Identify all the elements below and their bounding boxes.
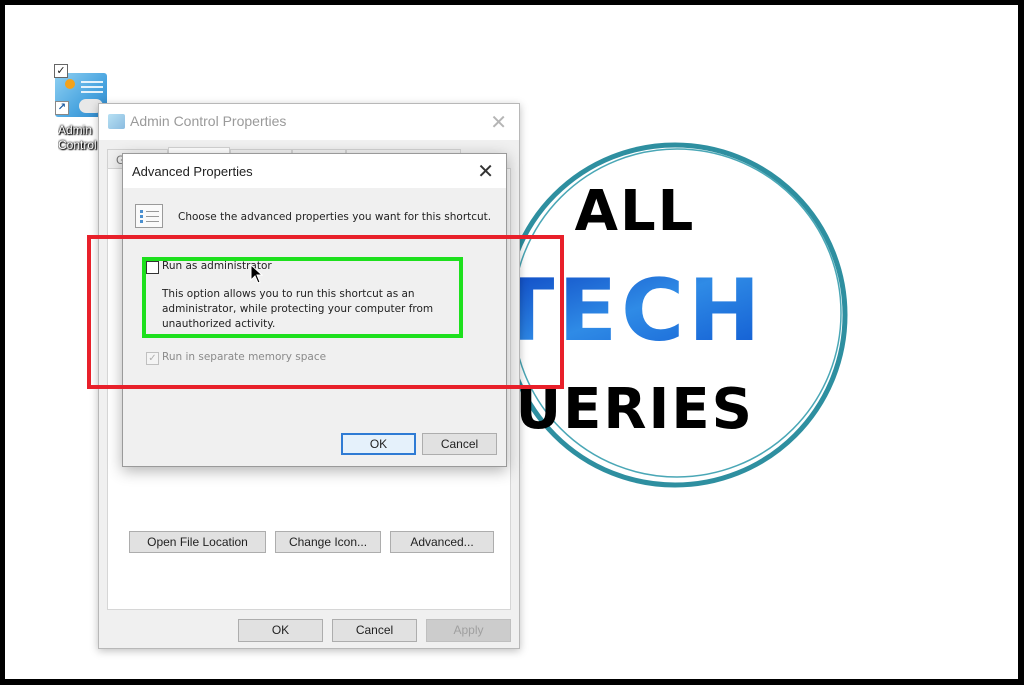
close-icon[interactable]: ✕ — [490, 110, 507, 134]
cancel-button[interactable]: Cancel — [332, 619, 417, 642]
mouse-cursor-icon — [250, 264, 264, 284]
logo-text-queries: QUERIES — [505, 377, 754, 442]
advanced-description: Choose the advanced properties you want … — [178, 211, 492, 223]
shortcut-arrow-icon: ↗ — [55, 101, 69, 115]
properties-title: Admin Control Properties — [130, 113, 287, 129]
open-file-location-button[interactable]: Open File Location — [129, 531, 266, 553]
close-icon[interactable]: ✕ — [477, 159, 494, 183]
ok-button[interactable]: OK — [238, 619, 323, 642]
apply-button[interactable]: Apply — [426, 619, 511, 642]
ok-button[interactable]: OK — [341, 433, 416, 455]
run-as-administrator-description: This option allows you to run this short… — [162, 288, 434, 330]
logo-text-all: ALL — [575, 179, 696, 244]
logo-text-tech: TECH — [505, 261, 764, 361]
advanced-title: Advanced Properties — [132, 164, 253, 179]
advanced-button[interactable]: Advanced... — [390, 531, 494, 553]
advanced-titlebar[interactable]: Advanced Properties ✕ — [123, 154, 506, 188]
separate-memory-checkbox[interactable]: ✓ — [146, 352, 159, 365]
properties-list-icon — [135, 204, 163, 228]
selection-checkbox[interactable]: ✓ — [54, 64, 68, 78]
separate-memory-label: Run in separate memory space — [162, 351, 327, 363]
properties-titlebar[interactable]: Admin Control Properties ✕ — [99, 104, 519, 140]
control-panel-icon — [108, 114, 125, 129]
run-as-administrator-checkbox[interactable] — [146, 261, 159, 274]
all-tech-queries-logo: ALL TECH QUERIES — [466, 90, 855, 540]
cancel-button[interactable]: Cancel — [422, 433, 497, 455]
advanced-properties-dialog: Advanced Properties ✕ Choose the advance… — [122, 153, 507, 467]
change-icon-button[interactable]: Change Icon... — [275, 531, 381, 553]
